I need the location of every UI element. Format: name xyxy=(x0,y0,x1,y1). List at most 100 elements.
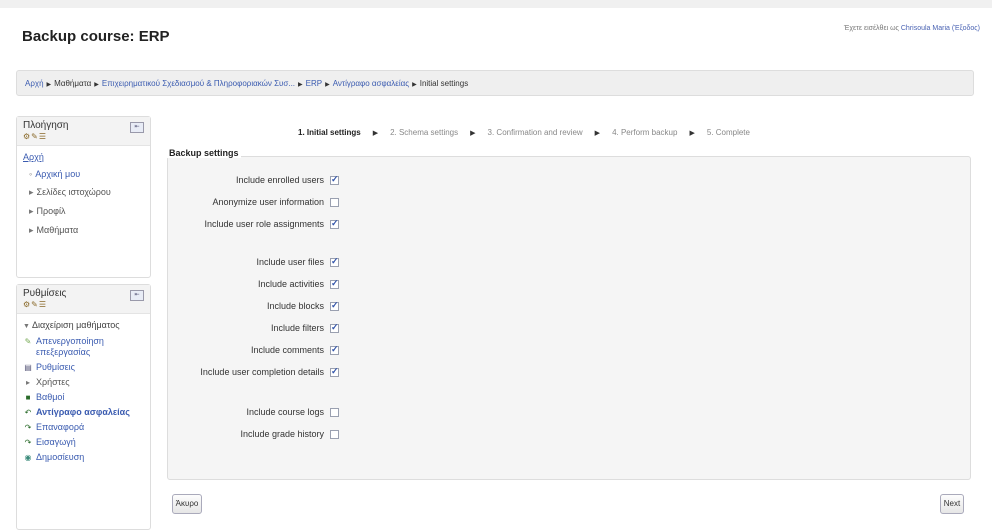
setting-label: Include grade history xyxy=(240,429,324,439)
nav-item-label: Προφίλ xyxy=(36,206,66,216)
progress-steps: 1. Initial settings ▶ 2. Schema settings ▶ 3… xyxy=(298,128,750,137)
nav-item[interactable]: ▸ Προφίλ xyxy=(23,206,144,217)
admin-item-label: Βαθμοί xyxy=(36,392,65,402)
navigation-block: Πλοήγηση ⚙✎☰ ⇤ Αρχή ◦ Αρχική μου ▸ Σελίδες … xyxy=(16,116,151,278)
publish-icon: ◉ xyxy=(24,453,32,462)
expand-arrow-icon: ▸ xyxy=(25,378,30,387)
admin-item[interactable]: ▸ Χρήστες xyxy=(23,377,144,388)
admin-item[interactable]: ◉ Δημοσίευση xyxy=(23,452,144,463)
breadcrumb-link[interactable]: Αρχή xyxy=(25,79,44,88)
step-arrow-icon: ▶ xyxy=(689,130,695,137)
nav-home-link[interactable]: Αρχή xyxy=(23,152,144,162)
dock-block-icon[interactable]: ⇤ xyxy=(130,290,144,301)
breadcrumb-separator-icon: ▶ xyxy=(298,82,303,88)
breadcrumb-separator-icon: ▶ xyxy=(412,82,417,88)
course-administration-label: Διαχείριση μαθήματος xyxy=(31,320,120,330)
step-arrow-icon: ▶ xyxy=(372,130,379,137)
main-content: 1. Initial settings ▶ 2. Schema settings ▶ 3… xyxy=(158,118,974,528)
setting-checkbox[interactable] xyxy=(330,408,339,417)
setting-label: Include user files xyxy=(256,257,324,267)
setting-label: Anonymize user information xyxy=(212,197,324,207)
breadcrumb-item: Μαθήματα xyxy=(54,79,92,88)
breadcrumb-link[interactable]: Επιχειρηματικού Σχεδιασμού & Πληροφοριακ… xyxy=(102,79,295,88)
backup-settings-fieldset: Include enrolled users Anonymize user inf… xyxy=(167,156,971,480)
setting-checkbox[interactable] xyxy=(330,198,339,207)
breadcrumb-separator-icon: ▶ xyxy=(94,82,99,88)
step: 4. Perform backup xyxy=(612,128,678,137)
setting-checkbox[interactable] xyxy=(330,344,339,355)
admin-item[interactable]: ■ Βαθμοί xyxy=(23,392,144,403)
admin-item-label: Δημοσίευση xyxy=(36,452,85,462)
setting-label: Include filters xyxy=(270,323,324,333)
setting-checkbox[interactable] xyxy=(330,278,339,289)
admin-item[interactable]: ▤ Ρυθμίσεις xyxy=(23,362,144,373)
page-title: Backup course: ERP xyxy=(22,28,170,45)
admin-item-label: Αντίγραφο ασφαλείας xyxy=(36,407,130,417)
step: 2. Schema settings xyxy=(390,128,459,137)
nav-item[interactable]: ◦ Αρχική μου xyxy=(23,169,144,179)
setting-label: Include activities xyxy=(257,279,324,289)
breadcrumb-item: Initial settings xyxy=(419,79,469,88)
breadcrumb-separator-icon: ▶ xyxy=(46,82,52,88)
grades-icon: ■ xyxy=(25,393,31,402)
pencil-icon: ✎ xyxy=(24,337,32,346)
setting-checkbox[interactable] xyxy=(330,322,339,333)
next-button[interactable]: Next xyxy=(940,494,964,514)
breadcrumb-link[interactable]: Αντίγραφο ασφαλείας xyxy=(333,79,409,88)
cancel-button[interactable]: Άκυρο xyxy=(172,494,202,514)
admin-item-label: Ρυθμίσεις xyxy=(36,362,76,372)
admin-item[interactable]: ↷ Επαναφορά xyxy=(23,422,144,433)
backup-icon: ↶ xyxy=(24,408,32,417)
top-band xyxy=(0,0,992,8)
admin-item[interactable]: ↶ Αντίγραφο ασφαλείας xyxy=(23,407,144,418)
dock-block-icon[interactable]: ⇤ xyxy=(130,122,144,133)
login-user-link[interactable]: Chrisoula Maria (Έξοδος) xyxy=(901,25,980,32)
setting-checkbox[interactable] xyxy=(330,366,339,377)
nav-item-label: Μαθήματα xyxy=(36,225,79,235)
course-administration[interactable]: ▼ Διαχείριση μαθήματος xyxy=(23,320,144,330)
setting-label: Include course logs xyxy=(246,407,324,417)
admin-item[interactable]: ↷ Εισαγωγή xyxy=(23,437,144,448)
step: 1. Initial settings xyxy=(298,128,361,137)
step: 5. Complete xyxy=(706,128,750,137)
fieldset-legend: Backup settings xyxy=(167,148,241,158)
step-arrow-icon: ▶ xyxy=(594,130,601,137)
nav-item-label: Αρχική μου xyxy=(35,169,81,179)
nav-item[interactable]: ▸ Μαθήματα xyxy=(23,225,144,236)
document-icon: ▤ xyxy=(24,363,32,372)
setting-checkbox[interactable] xyxy=(330,300,339,311)
expand-arrow-icon: ▸ xyxy=(29,187,34,197)
setting-label: Include comments xyxy=(250,345,324,355)
settings-block: Ρυθμίσεις ⚙✎☰ ⇤ ▼ Διαχείριση μαθήματος ✎… xyxy=(16,284,151,530)
login-prefix: Έχετε εισέλθει ως xyxy=(843,25,899,32)
admin-item[interactable]: ✎ Απενεργοποίηση επεξεργασίας xyxy=(23,336,144,358)
setting-label: Include user role assignments xyxy=(204,219,324,229)
breadcrumb-link[interactable]: ERP xyxy=(306,79,322,88)
setting-label: Include user completion details xyxy=(200,367,324,377)
collapse-arrow-icon: ▼ xyxy=(23,323,30,330)
setting-label: Include blocks xyxy=(266,301,324,311)
block-action-icons[interactable]: ⚙✎☰ xyxy=(23,300,47,309)
bullet-icon: ◦ xyxy=(29,169,33,179)
restore-icon: ↷ xyxy=(24,423,32,432)
page: Backup course: ERP Έχετε εισέλθει ως Chr… xyxy=(8,8,988,530)
setting-checkbox[interactable] xyxy=(330,256,339,267)
step-arrow-icon: ▶ xyxy=(470,130,476,137)
setting-checkbox[interactable] xyxy=(330,218,339,229)
nav-item-label: Σελίδες ιστοχώρου xyxy=(36,187,111,197)
navigation-block-title: Πλοήγηση xyxy=(23,120,69,131)
setting-label: Include enrolled users xyxy=(235,175,324,185)
setting-checkbox[interactable] xyxy=(330,430,339,439)
breadcrumb-separator-icon: ▶ xyxy=(325,82,330,88)
login-info: Έχετε εισέλθει ως Chrisoula Maria (Έξοδο… xyxy=(844,25,980,32)
expand-arrow-icon: ▸ xyxy=(29,225,34,235)
setting-checkbox[interactable] xyxy=(330,174,339,185)
block-action-icons[interactable]: ⚙✎☰ xyxy=(23,132,47,141)
admin-item-label: Χρήστες xyxy=(36,377,70,387)
settings-block-title: Ρυθμίσεις xyxy=(23,288,67,299)
admin-item-label: Επαναφορά xyxy=(36,422,85,432)
nav-item[interactable]: ▸ Σελίδες ιστοχώρου xyxy=(23,187,144,198)
step: 3. Confirmation and review xyxy=(487,128,583,137)
breadcrumb: Αρχή ▶ Μαθήματα ▶ Επιχειρηματικού Σχεδιασμού… xyxy=(16,70,974,96)
import-icon: ↷ xyxy=(24,438,32,447)
